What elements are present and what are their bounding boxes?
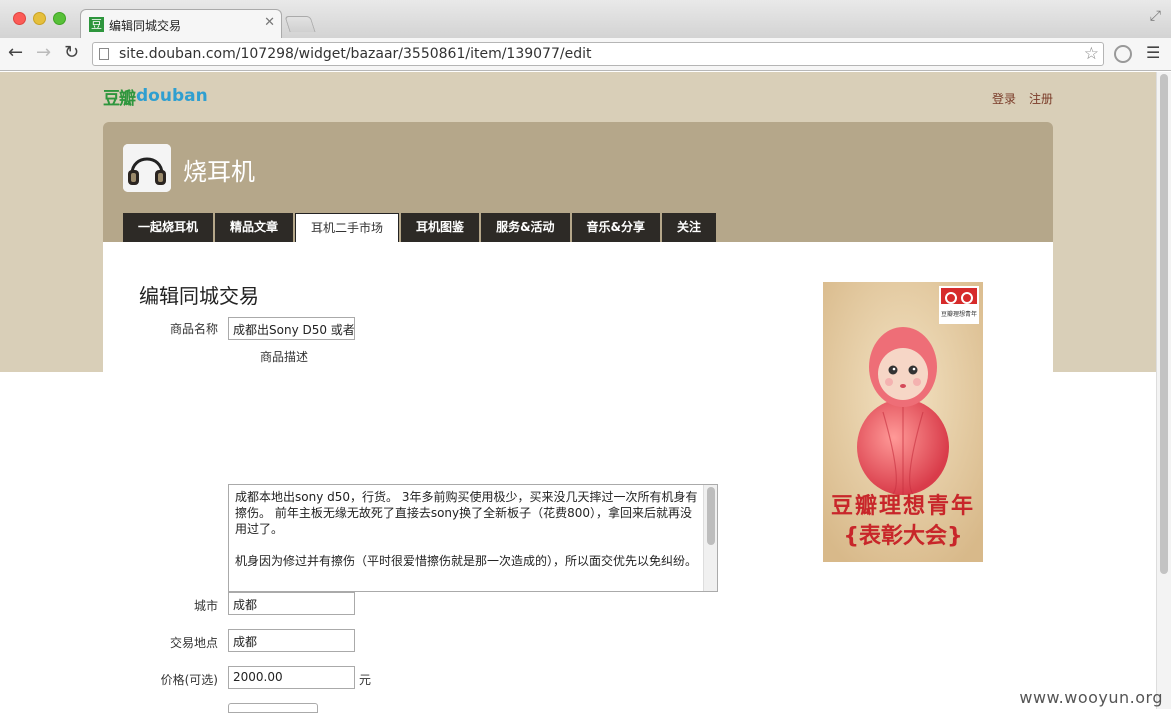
- logo-en-text: douban: [136, 86, 208, 106]
- douban-logo[interactable]: 豆瓣 douban: [103, 84, 208, 109]
- desc-text: 成都本地出sony d50，行货。 3年多前购买使用极少，买来没几天摔过一次所有…: [235, 489, 699, 585]
- login-link[interactable]: 登录: [992, 90, 1016, 107]
- page-viewport: 豆瓣 douban 登录 注册 烧耳机 一起烧耳机 精品文章 耳机二手市场 耳机…: [0, 72, 1171, 713]
- window-close-button[interactable]: [13, 12, 26, 25]
- submit-button[interactable]: [228, 703, 318, 713]
- window-maximize-button[interactable]: [53, 12, 66, 25]
- place-label: 交易地点: [169, 636, 218, 650]
- page-icon: [99, 48, 109, 60]
- name-input[interactable]: 成都出Sony D50 或者: [228, 317, 355, 340]
- register-link[interactable]: 注册: [1029, 90, 1053, 107]
- nav-item-music[interactable]: 音乐&分享: [571, 213, 660, 242]
- forward-arrow-icon[interactable]: →: [36, 43, 51, 63]
- browser-tab[interactable]: 豆 编辑同城交易 ✕: [80, 9, 282, 39]
- tab-title: 编辑同城交易: [109, 19, 182, 33]
- browser-toolbar: ← → ↻ site.douban.com/107298/widget/baza…: [0, 38, 1171, 71]
- url-text[interactable]: site.douban.com/107298/widget/bazaar/355…: [119, 46, 591, 62]
- ad-banner[interactable]: 豆瓣理想青年 豆瓣理想青年 {表彰大会}: [823, 282, 983, 562]
- nav-item-articles[interactable]: 精品文章: [215, 213, 294, 242]
- watermark-text: www.wooyun.org: [1019, 688, 1163, 707]
- city-label: 城市: [193, 599, 218, 613]
- menu-icon[interactable]: ☰: [1146, 43, 1160, 62]
- bookmark-star-icon[interactable]: ☆: [1084, 44, 1099, 64]
- page-scrollbar[interactable]: [1156, 72, 1171, 709]
- window-titlebar: 豆 编辑同城交易 ✕ ⤢: [0, 0, 1171, 39]
- site-nav: 一起烧耳机 精品文章 耳机二手市场 耳机图鉴 服务&活动 音乐&分享 关注: [123, 213, 718, 242]
- page-title: 编辑同城交易: [139, 284, 259, 308]
- tab-close-icon[interactable]: ✕: [264, 15, 275, 30]
- account-links: 登录 注册: [992, 90, 1053, 107]
- site-title: 烧耳机: [183, 158, 255, 186]
- fullscreen-icon[interactable]: ⤢: [1150, 8, 1161, 24]
- ad-title-line1: 豆瓣理想青年: [830, 494, 975, 519]
- price-label: 价格(可选): [160, 673, 218, 687]
- desc-label: 商品描述: [260, 350, 309, 364]
- address-bar[interactable]: site.douban.com/107298/widget/bazaar/355…: [92, 42, 1104, 66]
- ad-badge-text: 豆瓣理想青年: [940, 311, 977, 318]
- nav-item-yiqi[interactable]: 一起烧耳机: [123, 213, 214, 242]
- reload-icon[interactable]: ↻: [64, 43, 79, 63]
- douban-favicon-icon: 豆: [89, 17, 104, 32]
- desc-paragraph: 成都本地出sony d50，行货。 3年多前购买使用极少，买来没几天摔过一次所有…: [235, 490, 698, 536]
- name-label: 商品名称: [169, 322, 218, 336]
- new-tab-button[interactable]: [284, 16, 316, 32]
- window-minimize-button[interactable]: [33, 12, 46, 25]
- page-scroll-thumb[interactable]: [1160, 74, 1168, 574]
- price-unit: 元: [359, 673, 372, 687]
- site-header: 烧耳机 一起烧耳机 精品文章 耳机二手市场 耳机图鉴 服务&活动 音乐&分享 关…: [103, 122, 1053, 242]
- extension-icon[interactable]: [1114, 45, 1132, 63]
- textarea-scroll-thumb[interactable]: [707, 487, 715, 545]
- nav-item-market[interactable]: 耳机二手市场: [295, 213, 400, 242]
- price-input[interactable]: 2000.00: [228, 666, 355, 689]
- back-arrow-icon[interactable]: ←: [8, 43, 23, 63]
- textarea-scrollbar[interactable]: [703, 485, 717, 591]
- main-content: 编辑同城交易 商品名称 成都出Sony D50 或者 商品描述 成都本地出son…: [103, 242, 1053, 713]
- nav-item-follow[interactable]: 关注: [662, 213, 717, 242]
- headphone-icon: [123, 144, 171, 192]
- desc-textarea[interactable]: 成都本地出sony d50，行货。 3年多前购买使用极少，买来没几天摔过一次所有…: [228, 484, 718, 592]
- nav-item-gallery[interactable]: 耳机图鉴: [401, 213, 480, 242]
- nav-item-events[interactable]: 服务&活动: [481, 213, 570, 242]
- city-input[interactable]: 成都: [228, 592, 355, 615]
- ad-title-line2: {表彰大会}: [843, 524, 963, 549]
- site-avatar[interactable]: [123, 144, 171, 192]
- place-input[interactable]: 成都: [228, 629, 355, 652]
- desc-paragraph: 机身因为修过并有擦伤（平时很爱惜擦伤就是那一次造成的），所以面交优先以免纠纷。: [235, 554, 698, 568]
- logo-cn-text: 豆瓣: [103, 88, 136, 109]
